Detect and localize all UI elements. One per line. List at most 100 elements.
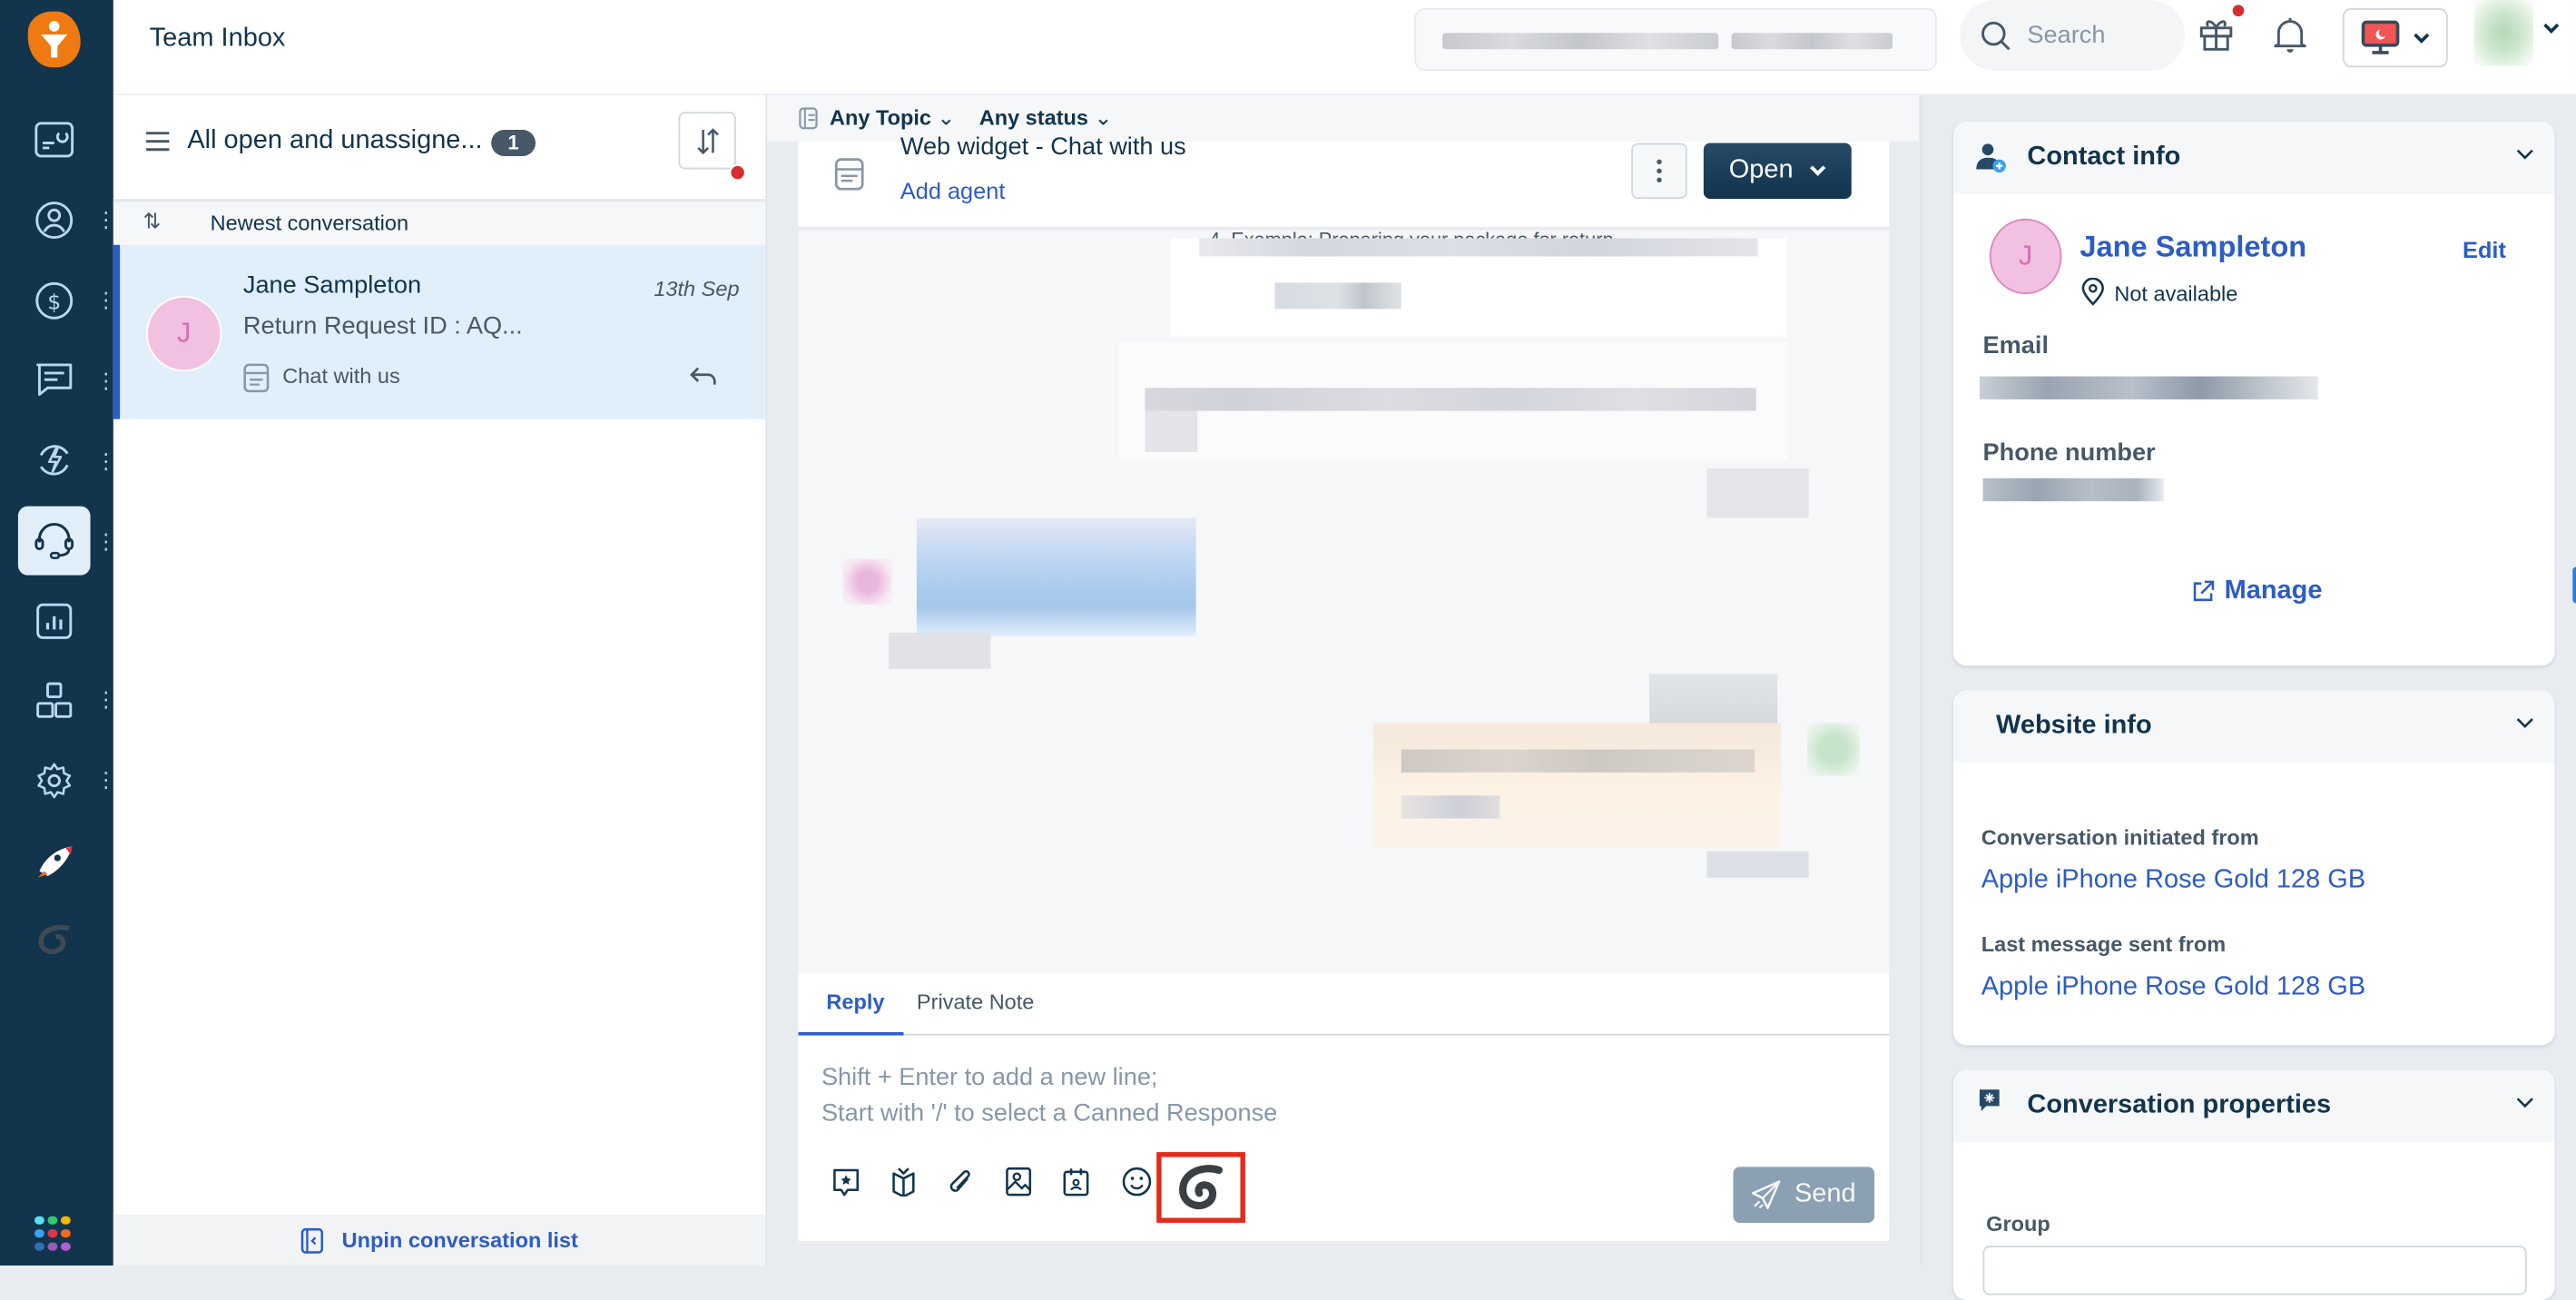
schedule-meeting-button[interactable] <box>1059 1166 1092 1198</box>
group-field-label: Group <box>1986 1211 2050 1236</box>
insert-image-button[interactable] <box>1002 1166 1035 1198</box>
notifications-button[interactable] <box>2272 15 2308 54</box>
sort-order-label: Newest conversation <box>210 210 409 235</box>
attachment-icon <box>949 1170 970 1192</box>
rail-item-contacts[interactable] <box>18 186 91 255</box>
emoji-icon <box>1122 1167 1152 1197</box>
topic-filter-dropdown[interactable]: Any Topic ⌄ <box>830 105 955 132</box>
contacts-menu-dots[interactable]: ⋮ <box>95 207 117 233</box>
reply-arrow-icon <box>690 367 716 385</box>
apps-grid-dot <box>60 1229 71 1238</box>
apps-grid-dot <box>60 1242 71 1251</box>
rail-item-onboarding[interactable] <box>18 827 91 896</box>
rail-item-automation[interactable] <box>18 426 91 495</box>
hamburger-menu-icon[interactable] <box>144 130 171 153</box>
rail-item-team-inbox[interactable] <box>17 506 91 576</box>
unpin-panel-icon <box>300 1227 324 1253</box>
rail-item-deals[interactable]: $ <box>18 266 91 335</box>
group-select[interactable] <box>1982 1246 2527 1295</box>
apps-grid-dot <box>34 1216 44 1225</box>
highlighted-ai-assist-button[interactable] <box>1156 1152 1245 1223</box>
deals-menu-dots[interactable]: ⋮ <box>95 288 117 314</box>
website-info-header[interactable]: Website info <box>1952 690 2555 763</box>
redacted-phone-value <box>1982 478 2164 502</box>
conversations-chat-icon <box>36 363 73 396</box>
redacted-text <box>1145 388 1756 411</box>
swirl-app-icon <box>38 924 70 955</box>
theme-switcher-dropdown[interactable] <box>2342 8 2448 68</box>
top-header: Team Inbox Search <box>113 0 2576 96</box>
conversation-channel: Chat with us <box>282 363 400 389</box>
apps-grid-dot <box>47 1229 58 1238</box>
status-filter-label: Any status <box>978 104 1089 131</box>
rail-item-integrations[interactable] <box>18 665 91 734</box>
sort-order-row[interactable]: ⇅ Newest conversation <box>113 202 766 245</box>
automation-menu-dots[interactable]: ⋮ <box>95 448 117 475</box>
search-placeholder: Search <box>2027 21 2106 50</box>
search-input[interactable]: Search <box>1960 0 2186 71</box>
conversation-properties-title: Conversation properties <box>2027 1091 2332 1119</box>
add-agent-link[interactable]: Add agent <box>900 178 1006 204</box>
sidebar-edge-toggle[interactable] <box>2572 566 2576 604</box>
logo-icon <box>41 21 68 58</box>
website-info-card: Website info Conversation initiated from… <box>1952 690 2555 1046</box>
image-icon <box>1006 1167 1032 1197</box>
chevron-down-icon[interactable] <box>2515 1097 2535 1109</box>
rail-item-reports[interactable] <box>18 586 91 655</box>
edit-contact-button[interactable]: Edit <box>2463 237 2506 263</box>
manage-contact-link[interactable]: Manage <box>2191 576 2322 606</box>
apps-grid-dot <box>47 1216 58 1225</box>
kebab-menu-icon <box>1657 159 1662 182</box>
rail-item-dashboard[interactable] <box>18 105 91 174</box>
emoji-button[interactable] <box>1120 1166 1153 1198</box>
whats-new-button[interactable] <box>2197 13 2236 52</box>
conversation-header: Web widget - Chat with us Add agent Open <box>798 133 1890 227</box>
contact-info-title: Contact info <box>2027 143 2181 172</box>
last-message-from-link[interactable]: Apple iPhone Rose Gold 128 GB <box>1981 973 2365 1003</box>
attachment-button[interactable] <box>945 1166 978 1198</box>
conversation-subject: Return Request ID : AQ... <box>242 311 523 340</box>
status-open-dropdown-button[interactable]: Open <box>1703 143 1852 200</box>
rail-item-settings[interactable] <box>18 746 91 815</box>
redacted-header-field[interactable] <box>1414 8 1937 71</box>
redacted-text <box>1731 33 1893 50</box>
initiated-from-link[interactable]: Apple iPhone Rose Gold 128 GB <box>1981 866 2365 896</box>
team-inbox-menu-dots[interactable]: ⋮ <box>95 529 117 556</box>
tab-reply[interactable]: Reply <box>826 990 884 1014</box>
meeting-icon <box>1063 1168 1089 1197</box>
send-label: Send <box>1794 1179 1856 1208</box>
tab-private-note[interactable]: Private Note <box>917 990 1034 1014</box>
conversation-properties-header[interactable]: Conversation properties <box>1952 1069 2555 1143</box>
contact-name-link[interactable]: Jane Sampleton <box>2079 230 2306 264</box>
conversations-menu-dots[interactable]: ⋮ <box>95 369 117 395</box>
status-filter-dropdown[interactable]: Any status ⌄ <box>979 105 1113 132</box>
rail-item-conversations[interactable] <box>18 345 91 414</box>
chevron-down-icon[interactable] <box>2515 148 2535 161</box>
deals-dollar-icon: $ <box>35 281 74 320</box>
page-title: Team Inbox <box>149 25 286 53</box>
apps-grid-dot <box>60 1216 71 1225</box>
contacts-icon <box>35 202 74 240</box>
user-avatar[interactable] <box>2473 0 2533 66</box>
conversation-contact-name: Jane Sampleton <box>242 271 422 300</box>
send-button[interactable]: Send <box>1733 1167 1875 1223</box>
reply-message-input[interactable]: Shift + Enter to add a new line; Start w… <box>821 1060 1840 1133</box>
app-logo[interactable] <box>27 11 81 68</box>
view-filter-title[interactable]: All open and unassigne... <box>187 126 482 156</box>
more-actions-button[interactable] <box>1631 143 1687 200</box>
unpin-conversation-list-button[interactable]: Unpin conversation list <box>113 1214 766 1266</box>
rail-item-freddy[interactable] <box>18 906 91 975</box>
apps-switcher-icon[interactable] <box>34 1216 71 1253</box>
sort-toggle-button[interactable] <box>678 112 736 170</box>
chevron-down-icon[interactable] <box>2515 716 2535 729</box>
chevron-down-icon[interactable] <box>2543 23 2560 34</box>
sort-order-icon: ⇅ <box>143 208 162 234</box>
contact-info-header[interactable]: Contact info <box>1952 121 2555 194</box>
settings-menu-dots[interactable]: ⋮ <box>95 767 117 793</box>
solution-article-button[interactable] <box>887 1166 919 1198</box>
canned-response-button[interactable] <box>830 1166 862 1198</box>
conversation-list-item[interactable]: J Jane Sampleton 13th Sep Return Request… <box>113 244 766 419</box>
toggle-panel-icon[interactable] <box>799 107 819 130</box>
integrations-menu-dots[interactable]: ⋮ <box>95 687 117 714</box>
ai-swirl-icon <box>1179 1164 1224 1209</box>
